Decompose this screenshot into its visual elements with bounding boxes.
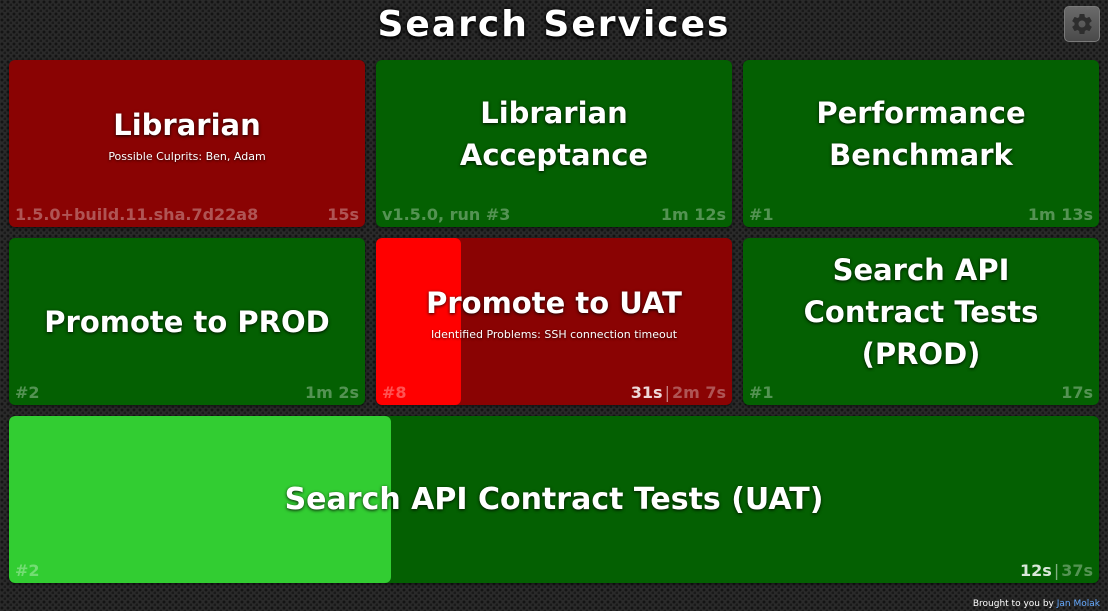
credit-line: Brought to you by Jan Molak [972,599,1100,609]
job-name: Performance Benchmark [816,95,1026,172]
job-tile-performance-benchmark[interactable]: Performance Benchmark #1 1m 13s [743,60,1099,227]
build-identifier: #1 [749,383,774,402]
job-tile-promote-to-uat[interactable]: Promote to UAT Identified Problems: SSH … [376,238,732,405]
job-name: Search API Contract Tests (UAT) [284,481,824,517]
elapsed-time: 12s [1020,561,1052,580]
job-tile-promote-to-prod[interactable]: Promote to PROD #2 1m 2s [9,238,365,405]
identified-problems: Identified Problems: SSH connection time… [430,328,678,341]
build-identifier: 1.5.0+build.11.sha.7d22a8 [15,205,259,224]
build-duration: 15s [327,205,359,224]
page-title: Search Services [377,4,731,45]
job-name: Search API Contract Tests (PROD) [803,252,1039,371]
estimated-duration: 2m 7s [671,383,726,402]
settings-button[interactable] [1064,6,1100,42]
build-duration: 12s | 37s [1020,561,1093,580]
build-duration: 31s | 2m 7s [630,383,726,402]
build-duration: 1m 2s [304,383,359,402]
author-link[interactable]: Jan Molak [1057,599,1100,609]
estimated-duration: 37s [1061,561,1093,580]
gear-icon [1072,14,1092,34]
build-identifier: #8 [382,383,407,402]
build-duration: 1m 12s [660,205,726,224]
job-tile-contract-tests-uat[interactable]: Search API Contract Tests (UAT) #2 12s | 3… [9,416,1099,583]
build-identifier: #2 [15,561,40,580]
build-identifier: v1.5.0, run #3 [382,205,511,224]
build-duration: 17s [1061,383,1093,402]
build-identifier: #2 [15,383,40,402]
elapsed-time: 31s [630,383,663,402]
job-tile-librarian[interactable]: Librarian Possible Culprits: Ben, Adam 1… [9,60,365,227]
job-tile-librarian-acceptance[interactable]: Librarian Acceptance v1.5.0, run #3 1m 1… [376,60,732,227]
possible-culprits: Possible Culprits: Ben, Adam [108,150,266,163]
job-tile-contract-tests-prod[interactable]: Search API Contract Tests (PROD) #1 17s [743,238,1099,405]
job-name: Librarian [113,108,261,142]
job-name: Librarian Acceptance [459,95,649,172]
job-name: Promote to PROD [44,304,330,339]
build-duration: 1m 13s [1027,205,1093,224]
build-identifier: #1 [749,205,774,224]
job-name: Promote to UAT [426,286,682,320]
